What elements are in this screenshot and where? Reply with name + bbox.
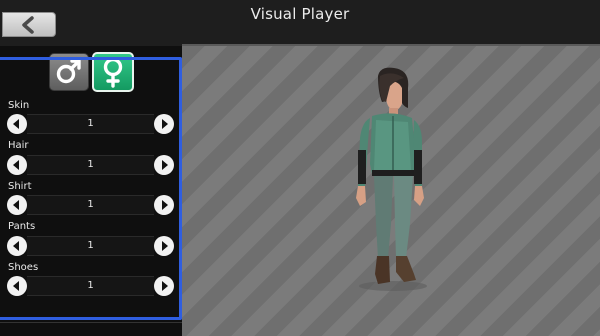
shirt-value: 1 bbox=[27, 195, 154, 215]
shoes-prev-button[interactable] bbox=[7, 276, 27, 296]
female-symbol-icon bbox=[103, 57, 123, 88]
pants-label: Pants bbox=[8, 221, 36, 232]
hair-next-button[interactable] bbox=[154, 155, 174, 175]
triangle-left-icon bbox=[13, 281, 19, 291]
triangle-left-icon bbox=[13, 200, 19, 210]
skin-next-button[interactable] bbox=[154, 114, 174, 134]
triangle-right-icon bbox=[162, 160, 168, 170]
hair-label: Hair bbox=[8, 140, 29, 151]
triangle-right-icon bbox=[162, 241, 168, 251]
character-viewport[interactable] bbox=[182, 46, 600, 336]
shoes-label: Shoes bbox=[8, 262, 39, 273]
shirt-prev-button[interactable] bbox=[7, 195, 27, 215]
triangle-right-icon bbox=[162, 200, 168, 210]
female-gender-button[interactable] bbox=[92, 52, 134, 92]
hair-prev-button[interactable] bbox=[7, 155, 27, 175]
skin-label: Skin bbox=[8, 100, 30, 111]
character-model bbox=[356, 67, 427, 291]
top-bar: Visual Player bbox=[0, 0, 600, 46]
panel-divider bbox=[0, 322, 182, 323]
shoes-next-button[interactable] bbox=[154, 276, 174, 296]
skin-prev-button[interactable] bbox=[7, 114, 27, 134]
shirt-next-button[interactable] bbox=[154, 195, 174, 215]
pants-next-button[interactable] bbox=[154, 236, 174, 256]
shirt-label: Shirt bbox=[8, 181, 32, 192]
page-title: Visual Player bbox=[250, 5, 350, 23]
skin-value: 1 bbox=[27, 114, 154, 134]
male-gender-button[interactable] bbox=[49, 53, 89, 91]
shirt-selector: 1 bbox=[7, 195, 174, 215]
triangle-right-icon bbox=[162, 119, 168, 129]
pants-prev-button[interactable] bbox=[7, 236, 27, 256]
triangle-left-icon bbox=[13, 160, 19, 170]
triangle-left-icon bbox=[13, 119, 19, 129]
hair-selector: 1 bbox=[7, 155, 174, 175]
skin-selector: 1 bbox=[7, 114, 174, 134]
hair-value: 1 bbox=[27, 155, 154, 175]
pants-value: 1 bbox=[27, 236, 154, 256]
pants-selector: 1 bbox=[7, 236, 174, 256]
triangle-left-icon bbox=[13, 241, 19, 251]
shoes-value: 1 bbox=[27, 276, 154, 296]
shoes-selector: 1 bbox=[7, 276, 174, 296]
male-symbol-icon bbox=[56, 59, 81, 84]
triangle-right-icon bbox=[162, 281, 168, 291]
